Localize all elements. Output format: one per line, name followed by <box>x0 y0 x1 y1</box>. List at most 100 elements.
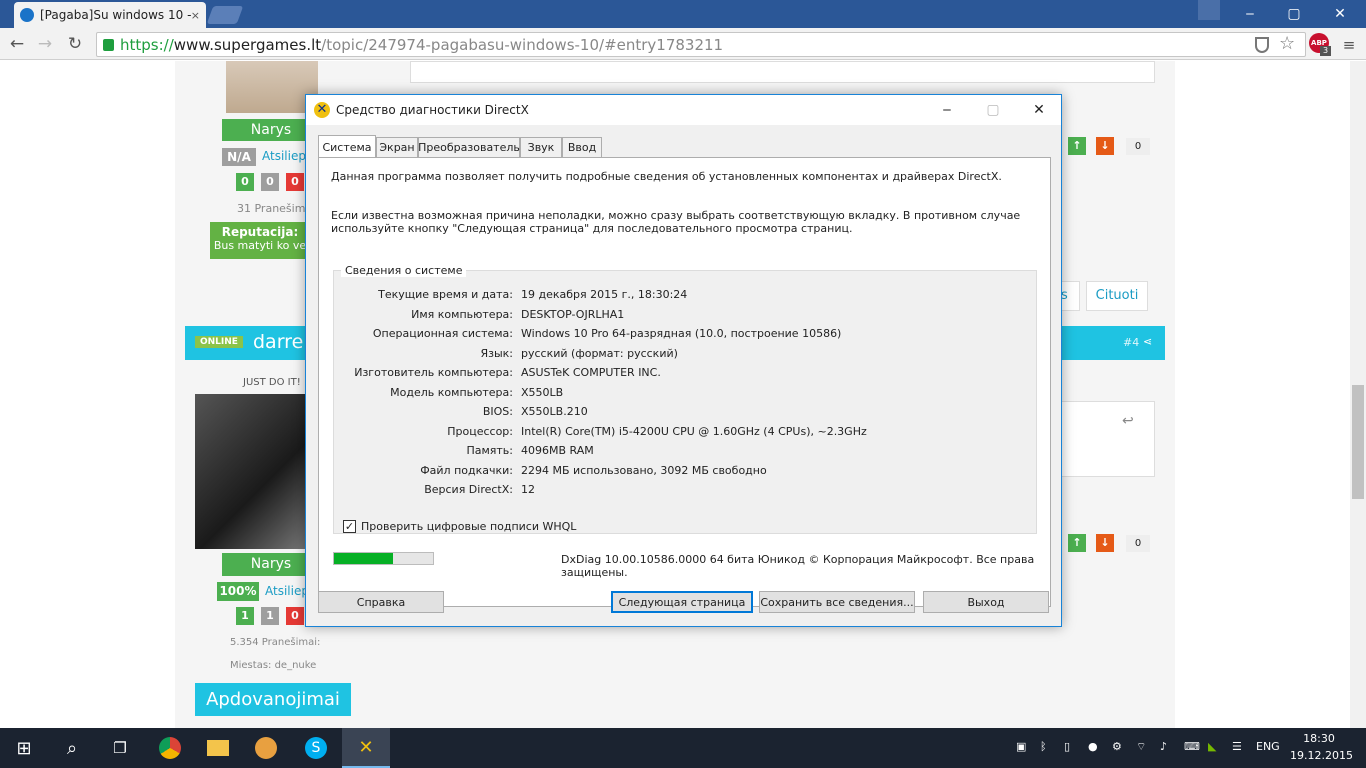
downvote-icon[interactable]: ↓ <box>1096 137 1114 155</box>
start-windows-icon[interactable]: ⊞ <box>0 728 48 768</box>
dialog-minimize-button[interactable]: ‒ <box>924 95 970 125</box>
online-badge: ONLINE <box>195 336 243 348</box>
file-explorer-icon[interactable] <box>194 728 242 768</box>
user-motto: JUST DO IT! <box>243 377 301 388</box>
search-icon[interactable]: ⌕ <box>48 728 96 768</box>
post-box <box>410 61 1155 83</box>
dialog-maximize-button[interactable]: ▢ <box>970 95 1016 125</box>
directx-icon: ✕ <box>314 102 330 118</box>
vote-negative: 0 <box>286 173 304 191</box>
info-value: русский (формат: русский) <box>521 346 678 360</box>
info-value: Windows 10 Pro 64-разрядная (10.0, постр… <box>521 327 842 340</box>
post-box-2 <box>1060 401 1155 477</box>
tray-red-icon[interactable]: ● <box>1088 740 1098 756</box>
save-all-button[interactable]: Сохранить все сведения... <box>759 591 915 613</box>
notifications-icon[interactable]: ☰ <box>1232 740 1242 756</box>
chrome-icon[interactable] <box>146 728 194 768</box>
info-label: Память: <box>466 444 513 457</box>
quote-button[interactable]: Cituoti <box>1086 281 1148 311</box>
info-value: 2294 МБ использовано, 3092 МБ свободно <box>521 463 767 477</box>
post-count-2: 5.354 Pranešimai: <box>230 637 321 648</box>
new-tab-button[interactable] <box>206 6 244 24</box>
post-count: 31 Pranešimai <box>237 202 316 215</box>
reputation-title: Reputacija: <box>221 225 299 239</box>
dxdiag-window: ✕ Средство диагностики DirectX ‒ ▢ ✕ Сис… <box>305 94 1062 627</box>
reload-icon[interactable]: ↻ <box>64 33 86 55</box>
info-value: 19 декабря 2015 г., 18:30:24 <box>521 288 688 301</box>
reputation-text: Bus matyti ko ve <box>213 239 307 252</box>
browser-tab[interactable]: [Pagaba]Su windows 10 - × <box>14 2 206 28</box>
post-number[interactable]: #4 <box>1123 336 1139 349</box>
dialog-close-button[interactable]: ✕ <box>1016 95 1062 125</box>
minimize-button[interactable]: ‒ <box>1228 0 1272 28</box>
user-avatar-2 <box>195 394 307 549</box>
dialog-titlebar[interactable]: ✕ Средство диагностики DirectX ‒ ▢ ✕ <box>306 95 1061 125</box>
next-page-button[interactable]: Следующая страница <box>611 591 753 613</box>
tab-close-icon[interactable]: × <box>191 9 200 22</box>
info-value: Intel(R) Core(TM) i5-4200U CPU @ 1.60GHz… <box>521 424 867 438</box>
vote-positive-2: 1 <box>236 607 254 625</box>
nvidia-icon[interactable]: ◣ <box>1208 740 1216 756</box>
user-profile-icon[interactable] <box>1198 0 1220 20</box>
chrome-menu-icon[interactable]: ≡ <box>1341 36 1357 54</box>
help-button[interactable]: Справка <box>318 591 444 613</box>
volume-icon[interactable]: ♪ <box>1160 740 1167 756</box>
info-value: 12 <box>521 483 535 496</box>
vote-neutral-2: 1 <box>261 607 279 625</box>
clock-date[interactable]: 19.12.2015 <box>1290 749 1353 762</box>
tab-display[interactable]: Экран <box>376 137 418 157</box>
keyboard-icon[interactable]: ⌨ <box>1184 740 1200 756</box>
vote-positive: 0 <box>236 173 254 191</box>
task-view-icon[interactable]: ❐ <box>96 728 144 768</box>
system-info-title: Сведения о системе <box>341 264 467 277</box>
maximize-button[interactable]: ▢ <box>1272 0 1316 28</box>
language-indicator[interactable]: ENG <box>1256 740 1280 756</box>
skype-icon[interactable]: S <box>292 728 340 768</box>
whql-label: Проверить цифровые подписи WHQL <box>361 520 577 533</box>
share-icon[interactable]: ⋖ <box>1143 335 1152 348</box>
post-score: 0 <box>1126 138 1150 155</box>
tab-title: [Pagaba]Su windows 10 - <box>40 8 191 22</box>
shield-icon[interactable] <box>1255 37 1269 53</box>
address-bar[interactable]: https:// www.supergames.lt /topic/247974… <box>96 32 1306 57</box>
vote-negative-2: 0 <box>286 607 304 625</box>
reply-button[interactable]: s <box>1060 281 1080 311</box>
exit-button[interactable]: Выход <box>923 591 1049 613</box>
copyright-text: DxDiag 10.00.10586.0000 64 бита Юникод ©… <box>561 553 1035 579</box>
wifi-icon[interactable]: ⌔ <box>1136 740 1146 756</box>
close-button[interactable]: ✕ <box>1318 0 1362 28</box>
bluetooth-icon[interactable]: ᛒ <box>1040 740 1047 756</box>
usb-icon[interactable]: ▯ <box>1064 740 1070 756</box>
downvote-icon-2[interactable]: ↓ <box>1096 534 1114 552</box>
whql-checkbox[interactable]: ✓ <box>343 520 356 533</box>
tab-render[interactable]: Преобразователь <box>418 137 520 157</box>
reply-arrow-icon[interactable]: ↩ <box>1122 413 1134 429</box>
clock-time[interactable]: 18:30 <box>1296 732 1342 745</box>
scrollbar-thumb[interactable] <box>1352 385 1364 499</box>
tab-input[interactable]: Ввод <box>562 137 602 157</box>
forward-arrow-icon[interactable]: → <box>34 33 56 55</box>
upvote-icon-2[interactable]: ↑ <box>1068 534 1086 552</box>
info-label: Процессор: <box>447 424 513 438</box>
url-domain: www.supergames.lt <box>173 35 322 54</box>
info-label: Текущие время и дата: <box>378 288 513 301</box>
location: Miestas: de_nuke <box>230 660 317 671</box>
info-label: Имя компьютера: <box>411 307 513 321</box>
upvote-icon[interactable]: ↑ <box>1068 137 1086 155</box>
tray-settings-icon[interactable]: ⚙ <box>1112 740 1122 756</box>
username-link[interactable]: darrel <box>253 331 309 353</box>
adblock-count-badge: 3 <box>1320 46 1331 56</box>
browser-app-icon[interactable] <box>242 728 290 768</box>
feedback-link[interactable]: Atsiliepi <box>262 149 309 163</box>
info-label: Модель компьютера: <box>390 385 513 399</box>
info-value: ASUSTeK COMPUTER INC. <box>521 366 661 379</box>
star-icon[interactable]: ☆ <box>1279 33 1295 54</box>
dxdiag-taskbar-icon[interactable]: ✕ <box>342 728 390 768</box>
info-label: Язык: <box>480 346 513 360</box>
tab-sound[interactable]: Звук <box>520 137 562 157</box>
progress-fill <box>334 553 394 564</box>
tray-app-icon[interactable]: ▣ <box>1016 740 1026 756</box>
tab-system[interactable]: Система <box>318 135 376 158</box>
info-label: Файл подкачки: <box>420 463 513 477</box>
back-arrow-icon[interactable]: ← <box>6 33 28 55</box>
